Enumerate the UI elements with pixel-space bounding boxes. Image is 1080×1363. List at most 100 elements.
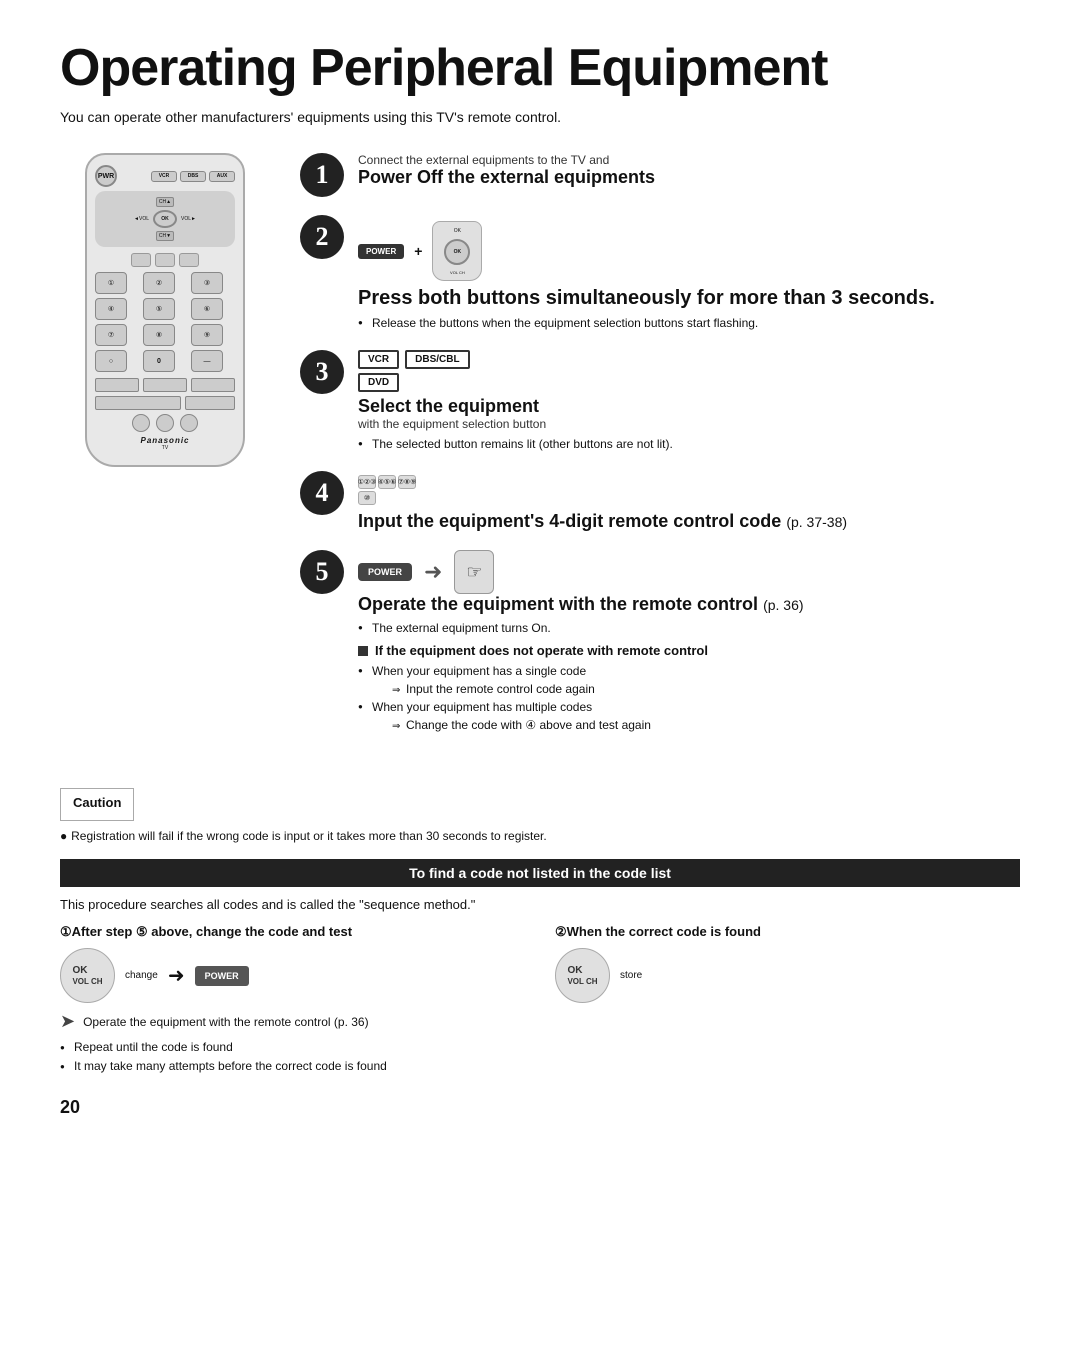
step-5-content: POWER ➜ ☞ Operate the equipment with the… (358, 550, 1020, 734)
step2-mini-remote: OK OK VOL CH (432, 221, 482, 281)
operate-note: ➤ Operate the equipment with the remote … (60, 1011, 525, 1032)
step2-power-btn: POWER (358, 244, 404, 259)
remote-num-3: ③ (191, 272, 223, 294)
code-col-1-title: ①After step ⑤ above, change the code and… (60, 924, 525, 940)
step-3-content: VCR DBS/CBL DVD Select the equipment wit… (358, 350, 1020, 453)
step-4-content: ①②③ ④⑤⑥ ⑦⑧⑨ ⑩ Input the equipment's 4-di… (358, 471, 1020, 532)
if-sub-bullet-1: Input the remote control code again (372, 680, 1020, 698)
remote-num-7: ⑦ (95, 324, 127, 346)
step-5-block: 5 POWER ➜ ☞ Operate the equipment with t… (300, 550, 1020, 734)
remote-btn-b (155, 253, 175, 267)
step-3-bullets: The selected button remains lit (other b… (358, 435, 1020, 453)
step-3-bullet-1: The selected button remains lit (other b… (358, 435, 1020, 453)
if-title: If the equipment does not operate with r… (358, 643, 1020, 658)
caution-text: Registration will fail if the wrong code… (71, 829, 547, 843)
step-1-pre: Connect the external equipments to the T… (358, 153, 1020, 167)
remote-r5 (185, 396, 235, 410)
code-col-2: ②When the correct code is found OKVOL CH… (555, 924, 1020, 1076)
remote-num-8: ⑧ (143, 324, 175, 346)
remote-brand: Panasonic (95, 436, 235, 445)
remote-aux-button: AUX (209, 171, 235, 182)
page-title: Operating Peripheral Equipment (60, 40, 1020, 97)
col1-bullets: Repeat until the code is found It may ta… (60, 1038, 525, 1076)
step4-key-1: ①②③ (358, 475, 376, 489)
step-2-illustration: POWER + OK OK VOL CH (358, 221, 1020, 281)
step3-select-buttons: VCR DBS/CBL (358, 350, 1020, 369)
step5-illustration: POWER ➜ ☞ (358, 550, 1020, 594)
remote-num-0-left: ○ (95, 350, 127, 372)
step-5-bullet-1: The external equipment turns On. (358, 619, 1020, 637)
remote-dbs-button: DBS (180, 171, 206, 182)
step3-dbs-btn: DBS/CBL (405, 350, 469, 369)
remote-circ-2 (156, 414, 174, 432)
step-1-title: Power Off the external equipments (358, 167, 1020, 188)
step-2-bullets: Release the buttons when the equipment s… (358, 314, 1020, 332)
subtitle: You can operate other manufacturers' equ… (60, 109, 1020, 125)
step-5-number: 5 (300, 550, 344, 594)
step2-ok-circle: OK (444, 239, 470, 265)
step-3-number: 3 (300, 350, 344, 394)
step-2-bullet-1: Release the buttons when the equipment s… (358, 314, 1020, 332)
if-bullets: When your equipment has a single code In… (358, 662, 1020, 734)
operate-text: Operate the equipment with the remote co… (83, 1015, 369, 1029)
remote-btn-c (179, 253, 199, 267)
step-4-block: 4 ①②③ ④⑤⑥ ⑦⑧⑨ ⑩ Input the equipment's 4-… (300, 471, 1020, 532)
step-2-content: POWER + OK OK VOL CH Press both buttons … (358, 215, 1020, 332)
code-col1-mini-remote: OKVOL CH (60, 948, 115, 1003)
col1-power-btn: POWER (195, 966, 249, 986)
step-3-sub: with the equipment selection button (358, 417, 1020, 431)
remote-body: PWR VCR DBS AUX CH▲ ◄VOL OK VOL► CH (85, 153, 245, 467)
code-col2-remote-area: OKVOL CH store (555, 948, 1020, 1003)
remote-ok-button: OK (153, 210, 177, 228)
remote-num-0: 0 (143, 350, 175, 372)
remote-mode-buttons: VCR DBS AUX (151, 171, 235, 182)
remote-illustration: PWR VCR DBS AUX CH▲ ◄VOL OK VOL► CH (60, 153, 270, 752)
step-1-content: Connect the external equipments to the T… (358, 153, 1020, 188)
code-col2-mini-remote: OKVOL CH (555, 948, 610, 1003)
if-sub-2: Change the code with ④ above and test ag… (392, 716, 1020, 734)
step4-key-7: ⑦⑧⑨ (398, 475, 416, 489)
remote-r4 (95, 396, 181, 410)
remote-vcr-button: VCR (151, 171, 177, 182)
caution-title: Caution (73, 795, 121, 810)
step3-dvd-btn: DVD (358, 373, 399, 392)
vol-left-label: ◄VOL (134, 216, 149, 222)
step5-arrow: ➜ (424, 559, 442, 585)
remote-bottom-buttons (95, 414, 235, 432)
steps-container: 1 Connect the external equipments to the… (300, 153, 1020, 752)
remote-num-dash: — (191, 350, 223, 372)
remote-circ-1 (132, 414, 150, 432)
page-number: 20 (60, 1097, 1020, 1118)
step3-dvd-row: DVD (358, 373, 1020, 392)
step-4-number: 4 (300, 471, 344, 515)
remote-rect-row2 (95, 396, 235, 410)
step-2-title: Press both buttons simultaneously for mo… (358, 287, 1020, 310)
if-sub-bullet-2: Change the code with ④ above and test ag… (372, 716, 1020, 734)
remote-num-6: ⑥ (191, 298, 223, 320)
step4-key-0: ⑩ (358, 491, 376, 505)
caution-bullet-icon: ● (60, 829, 67, 843)
step2-plus: + (414, 243, 422, 259)
code-col1-remote-area: OKVOL CH change ➜ POWER (60, 948, 525, 1003)
step-1-number: 1 (300, 153, 344, 197)
remote-ch-up: CH▲ (156, 197, 174, 207)
remote-brand-sub: TV (95, 445, 235, 451)
code-col-2-title: ②When the correct code is found (555, 924, 1020, 940)
if-section: If the equipment does not operate with r… (358, 643, 1020, 734)
col1-arrow: ➜ (168, 963, 185, 988)
code-search-section: To find a code not listed in the code li… (60, 859, 1020, 1076)
remote-ch-down: CH▼ (156, 231, 174, 241)
remote-num-4: ④ (95, 298, 127, 320)
col1-bullet-1: Repeat until the code is found (60, 1038, 525, 1057)
code-col-1: ①After step ⑤ above, change the code and… (60, 924, 525, 1076)
remote-num-9: ⑨ (191, 324, 223, 346)
if-bullet-2: When your equipment has multiple codes C… (358, 698, 1020, 734)
step5-remote-hand: ☞ (454, 550, 494, 594)
remote-r2 (143, 378, 187, 392)
if-bullet-1: When your equipment has a single code In… (358, 662, 1020, 698)
remote-power-button: PWR (95, 165, 117, 187)
step5-power-btn: POWER (358, 563, 412, 581)
remote-num-2: ② (143, 272, 175, 294)
step-1-block: 1 Connect the external equipments to the… (300, 153, 1020, 197)
remote-numpad: ① ② ③ ④ ⑤ ⑥ ⑦ ⑧ ⑨ ○ 0 — (95, 272, 235, 372)
